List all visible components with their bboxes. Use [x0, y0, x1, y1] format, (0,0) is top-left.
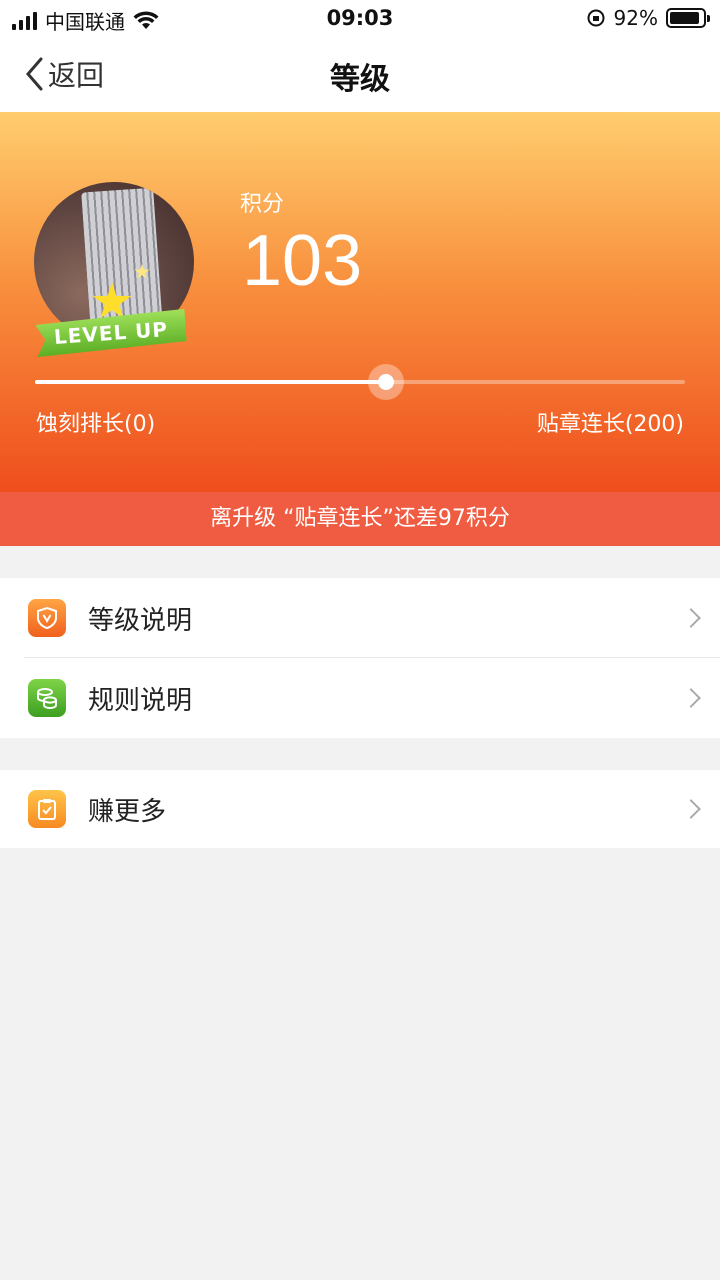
chevron-right-icon [681, 688, 701, 708]
menu-group-earn: 赚更多 [0, 770, 720, 848]
menu-group-info: 等级说明 规则说明 [0, 578, 720, 738]
points-label: 积分 [240, 192, 285, 217]
shield-v-icon [28, 599, 66, 637]
menu-item-label: 规则说明 [88, 685, 193, 716]
menu-item-earn-more[interactable]: 赚更多 [0, 770, 720, 848]
current-level-label: 蚀刻排长(0) [36, 412, 156, 437]
menu-item-level-description[interactable]: 等级说明 [0, 578, 720, 658]
level-progress-knob [368, 364, 404, 400]
avatar-image [81, 187, 163, 333]
menu-item-rules[interactable]: 规则说明 [0, 658, 720, 738]
menu-item-label: 等级说明 [88, 605, 193, 636]
level-progress-fill [35, 380, 386, 384]
battery-icon [666, 8, 710, 28]
upgrade-notice: 离升级 “贴章连长”还差97积分 [0, 492, 720, 546]
clipboard-check-icon [28, 790, 66, 828]
coins-icon [28, 679, 66, 717]
nav-bar: 返回 等级 [0, 36, 720, 112]
avatar-badge[interactable]: LEVEL UP [34, 182, 194, 372]
level-progress-track [35, 364, 685, 400]
menu-item-label: 赚更多 [88, 796, 167, 827]
battery-percent: 92% [613, 6, 658, 30]
battery-fill [670, 12, 700, 24]
page-title: 等级 [330, 62, 390, 97]
status-bar: 中国联通 09:03 92% [0, 0, 720, 36]
points-value: 103 [242, 221, 363, 301]
chevron-right-icon [681, 799, 701, 819]
level-up-text: LEVEL UP [53, 317, 169, 349]
next-level-label: 贴章连长(200) [536, 412, 684, 437]
rotation-lock-icon [587, 9, 605, 27]
level-hero: LEVEL UP 积分 103 蚀刻排长(0) 贴章连长(200) [0, 112, 720, 492]
chevron-right-icon [681, 608, 701, 628]
status-right: 92% [586, 6, 710, 30]
